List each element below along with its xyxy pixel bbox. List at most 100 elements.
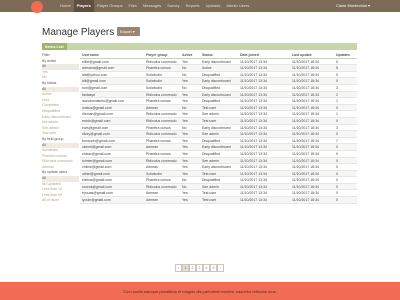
table-cell: Early discontinued	[202, 59, 231, 64]
nav-item-uploads[interactable]: Uploads	[203, 0, 224, 12]
table-cell: 11/10/2017 13:34	[240, 198, 267, 203]
table-row[interactable]: tom@gmail.com Solicitudin No Disqualified 11…	[80, 85, 357, 92]
table-cell: 11/10/2017 18:34	[292, 132, 319, 137]
table-cell: Disqualified	[202, 72, 221, 77]
table-cell: Disqualified	[202, 85, 221, 90]
table-cell: 0	[336, 191, 338, 196]
table-cell: Disqualified	[202, 151, 221, 156]
filter-option[interactable]: All or more	[42, 198, 79, 204]
user-menu[interactable]: Claire Montechini ▾	[336, 0, 370, 12]
export-button[interactable]: Export ▾	[117, 27, 140, 36]
table-cell: No	[182, 125, 187, 130]
table-cell: ritzman@gmail.com	[82, 112, 113, 117]
table-cell: tolmier@gmail.com	[82, 158, 113, 163]
column-header[interactable]: Last update	[292, 52, 332, 59]
table-row[interactable]: ritzman@gmail.com Ridiculus commodo Yes See…	[80, 111, 357, 118]
table-cell: ala@yahoo.com	[82, 72, 108, 77]
column-header[interactable]: Updates	[336, 52, 356, 59]
table-row[interactable]: ala@yahoo.com Solicitudin No Disqualified 11…	[80, 72, 357, 79]
table-cell: Pharetra cursus	[146, 178, 171, 183]
nav-item-player-groups[interactable]: Player Groups	[94, 0, 126, 12]
nav-item-players[interactable]: Players	[73, 0, 94, 12]
export-button-label: Export	[120, 29, 132, 34]
column-header[interactable]: Status	[202, 52, 238, 59]
nav-item-survey[interactable]: Survey	[164, 0, 182, 12]
table-cell: Solicitudin	[146, 85, 162, 90]
table-cell: Ridiculus commodo	[146, 158, 177, 163]
table-cell: 11/10/2017 18:34	[292, 178, 319, 183]
page-link[interactable]: 2	[189, 264, 196, 272]
table-cell: Yes	[182, 59, 188, 64]
table-row[interactable]: iyouin@gmail.com Aenean Yes Test user 11/10/…	[80, 197, 357, 204]
table-cell: Yes	[182, 118, 188, 123]
caret-down-icon: ▾	[367, 3, 370, 8]
table-row[interactable]: tolmier@gmail.com Ridiculus commodo Yes See…	[80, 157, 357, 165]
table-cell: Disqualified	[202, 178, 221, 183]
table-cell: 0	[336, 79, 338, 84]
logo-icon[interactable]	[31, 1, 43, 13]
table-row[interactable]: elliot@gmail.com Ridiculus commodo Yes Earl…	[80, 59, 357, 66]
table-row[interactable]: fantasye Ridiculus commodo Yes Early discon…	[80, 91, 357, 99]
table-row[interactable]: tomsonh@gmail.com Pharetra cursus Yes Disqu…	[80, 138, 357, 145]
page-link[interactable]: ›	[217, 264, 224, 272]
nav-item-reports[interactable]: Reports	[183, 0, 203, 12]
table-row[interactable]: arenana@gmail.com Pharetra cursus No Active…	[80, 65, 357, 72]
table-cell: 11/10/2017 13:34	[240, 125, 267, 130]
filter-sidebar: Filter By active All Yes No By status All Activ…	[42, 53, 79, 204]
table-cell: Ridiculus commodo	[146, 132, 177, 137]
column-header[interactable]: Player group	[146, 52, 180, 59]
table-cell: chiinie@gmail.com	[82, 165, 112, 170]
page-link[interactable]: 3	[196, 264, 203, 272]
table-row[interactable]: ears@gmail.com Pharetra cursus No Early dis…	[80, 125, 357, 132]
table-cell: 11/10/2017 18:34	[292, 72, 319, 77]
table-cell: ritzzy@gmail.com	[82, 132, 110, 137]
table-cell: Pharetra cursus	[146, 125, 171, 130]
table-row[interactable]: reddo@gmail.com Ridiculus commodo Yes Test …	[80, 117, 357, 125]
table-cell: 11/10/2017 18:34	[292, 125, 319, 130]
table-cell: Pharetra cursus	[146, 151, 171, 156]
table-cell: 0	[336, 158, 338, 163]
table-cell: 11/10/2017 13:34	[240, 138, 267, 143]
table-cell: 11/10/2017 13:34	[240, 105, 267, 110]
nav-item-home[interactable]: Home	[57, 0, 74, 12]
table-cell: 0	[336, 151, 338, 156]
nav-item-messages[interactable]: Messages	[140, 0, 164, 12]
column-header[interactable]: Date joined	[240, 52, 288, 59]
page-link[interactable]: ‹	[175, 264, 182, 272]
table-cell: Early discontinued	[202, 165, 231, 170]
table-cell: 11/10/2017 13:34	[240, 79, 267, 84]
table-row[interactable]: laundromatchu@gmail.com Pharetra cursus Ye…	[80, 98, 357, 105]
table-row[interactable]: eyouas@gmail.com Aenean Yes Test user 11/10/…	[80, 190, 357, 198]
table-row[interactable]: uthiel@gmail.com Solicitudin Yes Test user 1…	[80, 170, 357, 178]
page-link[interactable]: 1	[182, 264, 189, 272]
table-cell: 11/10/2017 18:34	[292, 59, 319, 64]
table-row[interactable]: chiinie@gmail.com Aenean Yes Early disconti…	[80, 164, 357, 171]
table-row[interactable]: chiear@gmail.com Pharetra cursus Yes Disqua…	[80, 151, 357, 158]
table-cell: Test user	[202, 191, 217, 196]
table-row[interactable]: ckecei@gmail.com Aenean Yes Early discontin…	[80, 144, 357, 151]
table-cell: Early discontinued	[202, 125, 231, 130]
table-cell: Ridiculus commodo	[146, 118, 177, 123]
table-cell: 2	[336, 92, 338, 97]
table-cell: Active	[202, 66, 212, 71]
table-cell: 11/10/2017 18:34	[292, 165, 319, 170]
page-link[interactable]: 4	[203, 264, 210, 272]
nav-item-files[interactable]: Files	[125, 0, 139, 12]
table-row[interactable]: sooruk@gmail.com Ridiculus commodo No See a…	[80, 183, 357, 191]
table-row[interactable]: lunkus@gmail.com Aenean No Test user 11/10/2…	[80, 104, 357, 112]
table-row[interactable]: ritzzy@gmail.com Ridiculus commodo Yes See …	[80, 131, 357, 138]
table-cell: Ridiculus commodo	[146, 59, 177, 64]
items-list-header: Items List	[42, 43, 357, 50]
column-header[interactable]: Active	[182, 52, 200, 59]
table-row[interactable]: bill@gmail.com Solicitudin Yes Early discon…	[80, 78, 357, 85]
table-cell: 11/10/2017 13:34	[240, 59, 267, 64]
top-navigation-bar: Home Players Player Groups Files Messages Sur…	[0, 0, 400, 13]
nav-item-admin-users[interactable]: Admin Users	[223, 0, 252, 12]
table-cell: No	[182, 72, 187, 77]
page-link[interactable]: 5	[210, 264, 217, 272]
table-cell: Aenean	[146, 145, 159, 150]
column-header[interactable]: Username	[82, 52, 124, 59]
table-cell: 0	[336, 105, 338, 110]
table-row[interactable]: eiebus@gmail.com Pharetra cursus No Disqual…	[80, 177, 357, 184]
table-cell: Test user	[202, 171, 217, 176]
